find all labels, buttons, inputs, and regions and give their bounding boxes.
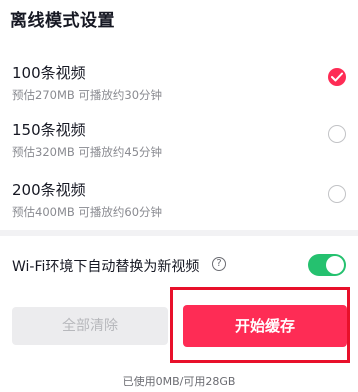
help-icon[interactable]: ? (212, 257, 226, 271)
storage-usage-text: 已使用0MB/可用28GB (122, 375, 236, 388)
wifi-auto-replace-row: Wi-Fi环境下自动替换为新视频 ? (0, 250, 358, 280)
option-estimate: 预估400MB 可播放约60分钟 (12, 205, 163, 219)
wifi-auto-replace-toggle[interactable] (308, 254, 346, 276)
toggle-knob (326, 256, 344, 274)
radio-unchecked-icon[interactable] (328, 125, 346, 143)
option-label: 150条视频 (12, 121, 86, 139)
start-cache-button[interactable]: 开始缓存 (183, 305, 347, 347)
radio-checked-icon[interactable] (328, 68, 346, 86)
option-estimate: 预估270MB 可播放约30分钟 (12, 88, 163, 102)
option-150-videos[interactable]: 150条视频 预估320MB 可播放约45分钟 (0, 119, 358, 177)
radio-unchecked-icon[interactable] (328, 185, 346, 203)
option-estimate: 预估320MB 可播放约45分钟 (12, 145, 163, 159)
page-title: 离线模式设置 (10, 11, 115, 31)
option-label: 200条视频 (12, 181, 86, 199)
option-200-videos[interactable]: 200条视频 预估400MB 可播放约60分钟 (0, 179, 358, 237)
option-label: 100条视频 (12, 64, 86, 82)
wifi-auto-replace-label: Wi-Fi环境下自动替换为新视频 (12, 259, 200, 275)
clear-all-button[interactable]: 全部清除 (12, 307, 168, 345)
option-100-videos[interactable]: 100条视频 预估270MB 可播放约30分钟 (0, 62, 358, 120)
section-divider (0, 230, 358, 236)
